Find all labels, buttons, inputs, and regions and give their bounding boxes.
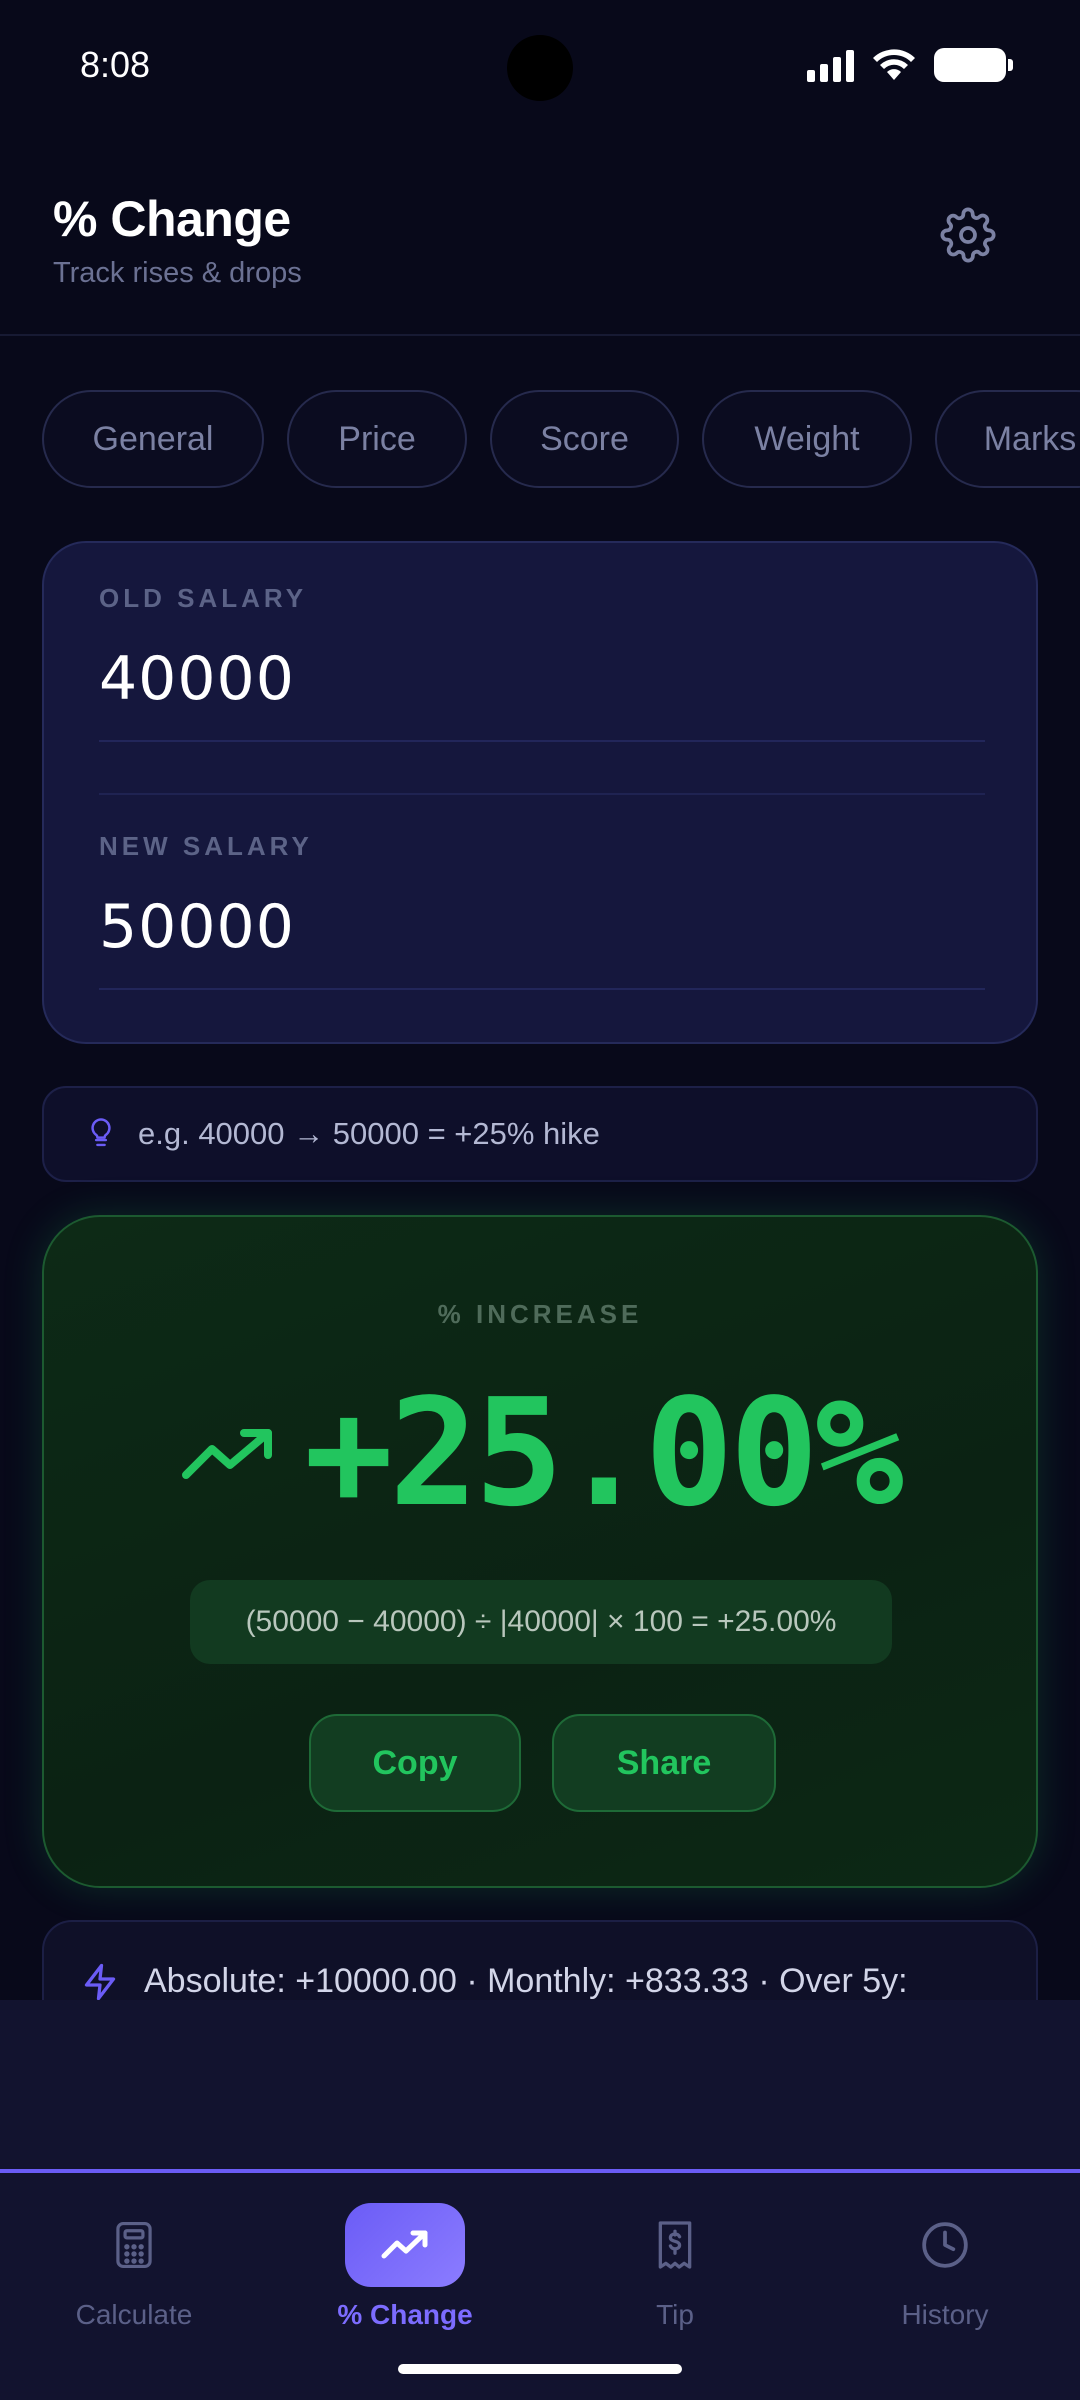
field-divider (99, 793, 985, 795)
trending-up-icon (182, 1429, 273, 1479)
nav-item-calculate[interactable]: Calculate (34, 2203, 234, 2331)
app-header: % Change Track rises & drops (0, 135, 1080, 336)
nav-item-tip[interactable]: Tip (575, 2203, 775, 2331)
nav-label-history: History (901, 2299, 989, 2330)
signal-icon (807, 48, 854, 82)
gear-icon (940, 207, 996, 263)
result-card: % INCREASE +25.00% (50000 − 40000) ÷ |40… (42, 1215, 1038, 1888)
status-time: 8:08 (80, 44, 151, 85)
result-row: +25.00% (44, 1367, 1036, 1539)
nav-item-percent-change[interactable]: % Change (305, 2203, 505, 2331)
status-icons (807, 48, 1013, 82)
old-value-label: OLD SALARY (99, 583, 308, 613)
chip-score[interactable]: Score (490, 390, 679, 488)
chip-marks[interactable]: Marks (935, 390, 1080, 488)
nav-icon-wrap (74, 2203, 194, 2287)
category-chips: General Price Score Weight Marks (42, 390, 1080, 490)
new-value-input[interactable]: 50000 (99, 892, 985, 990)
nav-item-history[interactable]: History (845, 2203, 1045, 2331)
nav-label-percent-change: % Change (337, 2299, 473, 2330)
front-camera (507, 35, 573, 101)
page-title: % Change (53, 191, 291, 247)
result-label: % INCREASE (437, 1299, 643, 1329)
chip-price[interactable]: Price (287, 390, 467, 488)
formula-text: (50000 − 40000) ÷ |40000| × 100 = +25.00… (190, 1580, 892, 1664)
trending-up-icon (381, 2230, 428, 2259)
result-value: +25.00% (304, 1367, 904, 1539)
battery-icon (934, 48, 1013, 82)
copy-button[interactable]: Copy (309, 1714, 521, 1812)
app-screen: 8:08 % Change Track rises & drops Genera (0, 0, 1080, 2400)
chip-general[interactable]: General (42, 390, 264, 488)
status-bar: 8:08 (0, 0, 1080, 135)
input-card: OLD SALARY 40000 NEW SALARY 50000 (42, 541, 1038, 1044)
old-value-field: OLD SALARY 40000 (99, 583, 985, 742)
nav-icon-wrap (885, 2203, 1005, 2287)
share-button[interactable]: Share (552, 1714, 776, 1812)
nav-label-calculate: Calculate (75, 2299, 193, 2330)
nav-icon-wrap-active (345, 2203, 465, 2287)
old-value-input[interactable]: 40000 (99, 644, 985, 742)
nav-icon-wrap (615, 2203, 735, 2287)
nav-label-tip: Tip (656, 2299, 694, 2330)
clock-icon (922, 2222, 968, 2268)
page-subtitle: Track rises & drops (53, 257, 302, 289)
hint-text: e.g. 40000 → 50000 = +25% hike (138, 1116, 600, 1151)
new-value-label: NEW SALARY (99, 831, 313, 861)
lightbulb-icon (91, 1118, 111, 1147)
calculator-icon (116, 2221, 152, 2269)
settings-button[interactable] (938, 205, 998, 265)
new-value-field: NEW SALARY 50000 (99, 831, 985, 990)
receipt-icon (658, 2221, 692, 2269)
example-hint: e.g. 40000 → 50000 = +25% hike (42, 1086, 1038, 1182)
info-text: Absolute: +10000.00 · Monthly: +833.33 ·… (144, 1962, 908, 2000)
wifi-icon (873, 49, 915, 80)
lightning-icon (84, 1963, 116, 2001)
home-indicator[interactable] (398, 2364, 682, 2374)
chip-weight[interactable]: Weight (702, 390, 912, 488)
